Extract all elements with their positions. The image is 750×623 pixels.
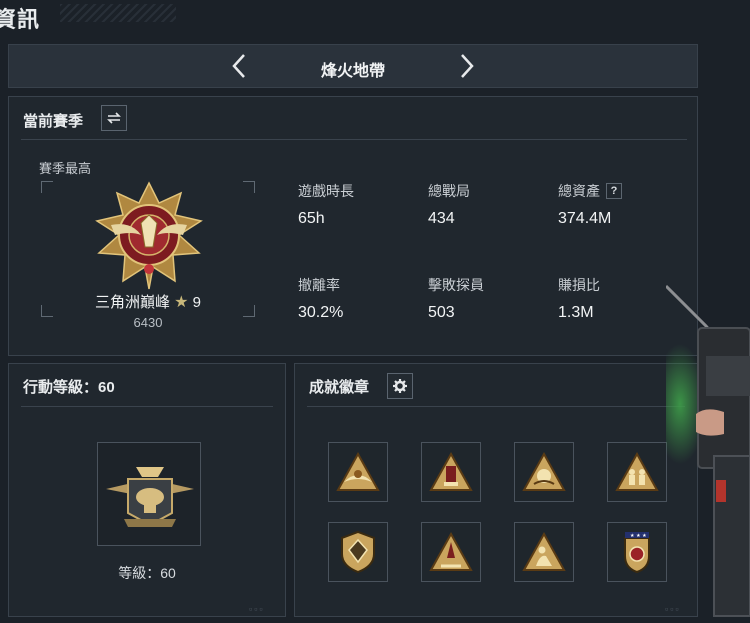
stat-label: 總戰局 — [428, 183, 470, 199]
mode-selector: 烽火地帶 — [8, 44, 698, 88]
stat-label: 賺損比 — [558, 277, 600, 293]
season-header: 當前賽季 — [23, 113, 84, 130]
rank-name-row: 三角洲巔峰 ★ 9 — [41, 291, 255, 312]
eagle-triangle-badge-icon — [336, 451, 380, 491]
rank-stars: 9 — [192, 294, 202, 311]
badge-slot[interactable] — [514, 442, 574, 502]
title-decoration — [60, 4, 176, 22]
achievement-header: 成就徽章 — [309, 379, 370, 396]
stat-total-matches: 總戰局 434 — [428, 181, 548, 228]
gear-icon — [393, 379, 407, 393]
badge-settings-button[interactable] — [387, 373, 413, 399]
badge-slot[interactable] — [421, 522, 481, 582]
switch-season-button[interactable] — [101, 105, 127, 131]
badge-slot[interactable] — [514, 522, 574, 582]
svg-text:★ ★ ★: ★ ★ ★ — [630, 533, 647, 539]
stat-value: 65h — [298, 210, 325, 227]
level-emblem-icon — [106, 467, 194, 527]
operation-level-header: 行動等級：60 — [23, 379, 115, 396]
help-icon[interactable]: ? — [606, 183, 622, 199]
badge-slot[interactable]: ★ ★ ★ — [607, 522, 667, 582]
stat-value: 503 — [428, 304, 455, 321]
chevron-right-icon — [461, 54, 474, 78]
rocket-triangle-badge-icon — [429, 531, 473, 571]
divider — [307, 406, 685, 407]
badge-slot[interactable] — [328, 442, 388, 502]
achievement-panel: 成就徽章 ★ ★ ★ ▫▫▫ — [294, 363, 698, 617]
stat-label: 擊敗探員 — [428, 277, 484, 293]
stat-value: 374.4M — [558, 210, 612, 227]
star-icon: ★ — [174, 294, 189, 311]
level-caption: 等級：60 — [118, 565, 176, 581]
figure-triangle-badge-icon — [522, 531, 566, 571]
flag-shield-badge-icon: ★ ★ ★ — [624, 532, 650, 574]
badge-slot[interactable] — [421, 442, 481, 502]
divider — [21, 139, 687, 140]
weapon-illustration — [666, 266, 750, 623]
divider — [21, 406, 273, 407]
rank-emblem-icon — [95, 181, 203, 290]
next-mode-button[interactable] — [457, 52, 477, 80]
stat-value: 30.2% — [298, 304, 344, 321]
level-emblem — [97, 442, 201, 546]
stat-value: 434 — [428, 210, 455, 227]
season-best-label: 賽季最高 — [39, 161, 92, 176]
operation-level-panel: 行動等級：60 等級：60 ▫▫▫ — [8, 363, 286, 617]
stat-profit-loss: 賺損比 1.3M — [558, 275, 678, 322]
stat-label: 總資產 — [558, 183, 600, 199]
stat-total-assets: 總資產 ? 374.4M — [558, 181, 678, 228]
season-panel: 當前賽季 賽季最高 三角洲巔峰 ★ 9 6430 遊戲時長 65h 總戰局 43… — [8, 96, 698, 356]
rank-score: 6430 — [133, 315, 163, 330]
rifle-illustration-icon — [666, 284, 750, 617]
swap-icon — [107, 112, 121, 124]
rank-name: 三角洲巔峰 — [94, 294, 170, 311]
crest-triangle-badge-icon — [522, 451, 566, 491]
rank-card: 三角洲巔峰 ★ 9 6430 — [41, 181, 255, 330]
mode-name: 烽火地帶 — [320, 63, 385, 80]
stat-value: 1.3M — [558, 304, 594, 321]
stat-extraction-rate: 撤離率 30.2% — [298, 275, 418, 322]
stat-label: 遊戲時長 — [298, 183, 354, 199]
tower-triangle-badge-icon — [429, 451, 473, 491]
stat-operators-defeated: 擊敗探員 503 — [428, 275, 548, 322]
badge-slot[interactable] — [607, 442, 667, 502]
soldiers-triangle-badge-icon — [615, 451, 659, 491]
page-title: 資訊 — [0, 7, 41, 32]
stat-label: 撤離率 — [298, 277, 340, 293]
badge-slot[interactable] — [328, 522, 388, 582]
shield-badge-icon — [341, 530, 375, 574]
stat-play-time: 遊戲時長 65h — [298, 181, 418, 228]
